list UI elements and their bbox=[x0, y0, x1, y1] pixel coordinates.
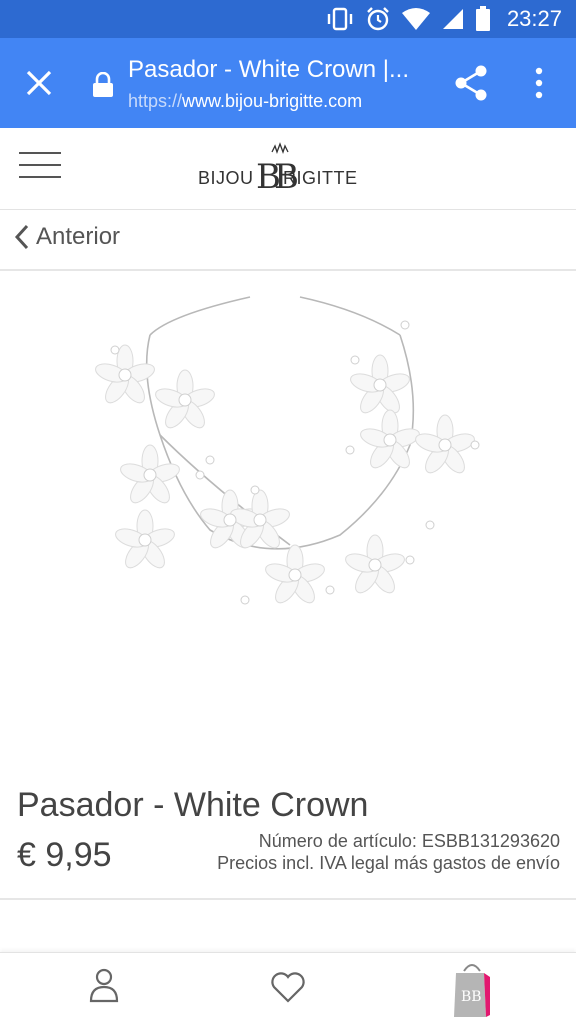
more-vert-icon[interactable] bbox=[530, 66, 548, 100]
shopping-bag-icon[interactable]: BB bbox=[452, 959, 492, 1019]
alarm-icon bbox=[367, 7, 389, 31]
battery-icon bbox=[475, 6, 490, 31]
back-row: Anterior bbox=[0, 211, 576, 271]
site-logo[interactable]: BIJOU B B RIGITTE bbox=[198, 142, 378, 194]
url-host: www.bijou-brigitte.com bbox=[182, 91, 363, 111]
close-icon[interactable] bbox=[22, 66, 56, 100]
heart-icon[interactable] bbox=[270, 971, 306, 1003]
divider bbox=[0, 898, 576, 900]
lock-icon bbox=[93, 72, 113, 97]
page-url: https://www.bijou-brigitte.com bbox=[128, 91, 362, 112]
browser-toolbar: Pasador - White Crown |... https://www.b… bbox=[0, 38, 576, 128]
logo-text-left: BIJOU bbox=[198, 168, 254, 188]
account-icon[interactable] bbox=[88, 967, 120, 1003]
url-scheme: https:// bbox=[128, 91, 183, 111]
chevron-left-icon bbox=[14, 224, 29, 250]
page-title: Pasador - White Crown |... bbox=[128, 56, 409, 83]
status-bar: 23:27 bbox=[0, 0, 576, 38]
vibrate-icon bbox=[327, 7, 353, 31]
logo-text-right: RIGITTE bbox=[283, 168, 358, 188]
status-clock: 23:27 bbox=[506, 6, 562, 31]
back-label: Anterior bbox=[36, 223, 121, 250]
hamburger-menu-icon[interactable] bbox=[19, 152, 61, 182]
tax-note: Precios incl. IVA legal más gastos de en… bbox=[217, 853, 560, 873]
product-name: Pasador - White Crown bbox=[17, 786, 369, 824]
status-icons: 23:27 bbox=[325, 0, 562, 38]
wifi-icon bbox=[401, 8, 430, 30]
share-icon[interactable] bbox=[453, 64, 489, 102]
product-price: € 9,95 bbox=[17, 836, 112, 874]
svg-text:BB: BB bbox=[461, 989, 482, 1005]
signal-icon bbox=[442, 9, 463, 29]
article-number: Número de artículo: ESBB131293620 bbox=[258, 831, 560, 851]
bottom-nav: BB bbox=[0, 952, 576, 1024]
product-image[interactable] bbox=[70, 285, 510, 635]
back-link[interactable]: Anterior bbox=[14, 223, 120, 251]
site-header: BIJOU B B RIGITTE bbox=[0, 128, 576, 210]
